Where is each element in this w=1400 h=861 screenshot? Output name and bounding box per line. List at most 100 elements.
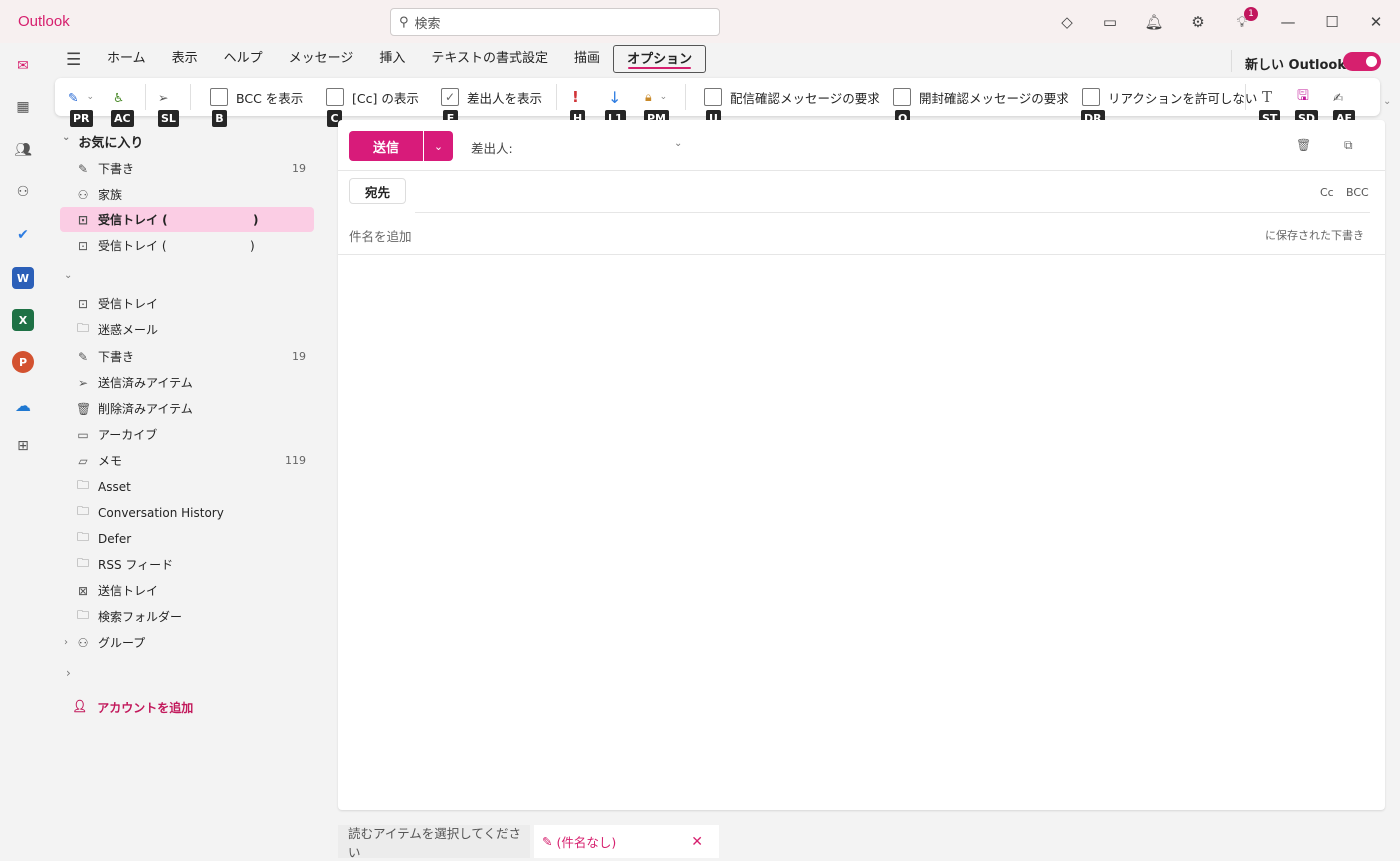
folder-junk[interactable]: 🗀 迷惑メール: [60, 317, 314, 342]
onedrive-icon[interactable]: ☁: [12, 394, 34, 416]
low-importance-button[interactable]: ↓: [608, 86, 621, 108]
message-body-editor[interactable]: [349, 265, 1374, 800]
new-outlook-toggle[interactable]: [1343, 52, 1381, 71]
pop-out-icon[interactable]: ⧉: [1344, 138, 1353, 153]
close-draft-icon[interactable]: ✕: [691, 834, 703, 850]
word-icon[interactable]: W: [12, 267, 34, 289]
close-window-button[interactable]: ✕: [1366, 12, 1386, 32]
bcc-button[interactable]: BCC: [1346, 186, 1369, 199]
my-day-icon[interactable]: ▭: [1100, 12, 1120, 32]
folder-drafts-favorite[interactable]: ✎ 下書き 19: [60, 156, 314, 181]
maximize-button[interactable]: ☐: [1322, 12, 1342, 32]
search-icon: ⚲: [399, 14, 409, 30]
folder-inbox-selected[interactable]: ⊡ 受信トレイ (): [60, 207, 314, 232]
hamburger-menu-icon[interactable]: ☰: [66, 50, 81, 70]
to-input[interactable]: [415, 180, 1295, 202]
show-cc-checkbox[interactable]: [Cc] の表示: [326, 86, 419, 108]
checkbox[interactable]: [326, 88, 344, 106]
tab-format-text[interactable]: テキストの書式設定: [418, 45, 561, 73]
show-from-checkbox[interactable]: ✓ 差出人を表示: [441, 86, 542, 108]
folder-label-suffix: ): [253, 212, 259, 227]
apps-icon[interactable]: ⊞: [12, 435, 34, 457]
folder-inbox[interactable]: ⊡ 受信トレイ: [60, 291, 314, 316]
checkbox[interactable]: [704, 88, 722, 106]
show-bcc-checkbox[interactable]: BCC を表示: [210, 86, 303, 108]
delay-delivery-button[interactable]: ➢: [158, 86, 168, 108]
folder-rss[interactable]: 🗀 RSS フィード: [60, 552, 314, 577]
tab-options[interactable]: オプション: [613, 45, 707, 73]
folder-label: 迷惑メール: [98, 323, 159, 337]
outbox-icon: ⊠: [77, 583, 89, 598]
checkbox[interactable]: [210, 88, 228, 106]
folder-sent[interactable]: ➢ 送信済みアイテム: [60, 370, 314, 395]
bell-icon[interactable]: 🔔︎: [1144, 12, 1164, 32]
reading-hint-tab[interactable]: 読むアイテムを選択してください: [338, 825, 530, 860]
folder-outbox[interactable]: ⊠ 送信トレイ: [60, 578, 314, 603]
calendar-icon[interactable]: ▦: [12, 96, 34, 118]
to-button[interactable]: 宛先: [349, 178, 406, 204]
tab-help[interactable]: ヘルプ: [211, 45, 276, 73]
high-importance-button[interactable]: !: [572, 86, 579, 108]
powerpoint-icon[interactable]: P: [12, 351, 34, 373]
stationery-button[interactable]: T: [1262, 86, 1272, 108]
subject-input[interactable]: 件名を追加: [349, 226, 1149, 245]
send-options-chevron-icon[interactable]: ⌄: [424, 131, 453, 161]
todo-icon[interactable]: ✔: [12, 224, 34, 246]
checkbox[interactable]: [893, 88, 911, 106]
unread-count: 19: [292, 350, 306, 363]
people-icon[interactable]: 👥︎: [12, 139, 34, 161]
save-draft-button[interactable]: 🖫: [1297, 86, 1309, 108]
folder-label: 削除済みアイテム: [98, 402, 193, 416]
folder-groups[interactable]: › ⚇ グループ: [60, 630, 314, 655]
folder-label-suffix: ): [250, 238, 255, 253]
delivery-receipt-label: 配信確認メッセージの要求: [730, 90, 880, 106]
draft-tab[interactable]: ✎ (件名なし) ✕: [534, 825, 719, 858]
delivery-receipt-checkbox[interactable]: 配信確認メッセージの要求: [704, 86, 880, 108]
folder-conversation-history[interactable]: 🗀 Conversation History: [60, 500, 314, 525]
divider: [1231, 50, 1232, 72]
junk-folder-icon: 🗀: [76, 321, 89, 335]
minimize-button[interactable]: —: [1278, 12, 1298, 32]
folder-search-folders[interactable]: 🗀 検索フォルダー: [60, 604, 314, 629]
folder-asset[interactable]: 🗀 Asset: [60, 474, 314, 499]
theme-button[interactable]: ✎ ⌄: [68, 86, 94, 108]
encrypt-button[interactable]: 🔒︎ ⌄: [645, 86, 667, 108]
folder-archive[interactable]: ▭ アーカイブ: [60, 422, 314, 447]
discard-trash-icon[interactable]: 🗑︎: [1296, 138, 1311, 152]
folder-family[interactable]: ⚇ 家族: [60, 182, 314, 207]
signature-button[interactable]: ✍︎: [1333, 86, 1343, 108]
app-title: Outlook: [18, 13, 70, 30]
from-dropdown-chevron-icon[interactable]: ⌄: [674, 138, 682, 149]
excel-icon[interactable]: X: [12, 309, 34, 331]
folder-defer[interactable]: 🗀 Defer: [60, 526, 314, 551]
gear-icon[interactable]: ⚙: [1188, 12, 1208, 32]
ribbon-expand-chevron-icon[interactable]: ⌄: [1383, 96, 1391, 107]
add-account-button[interactable]: 👤︎ アカウントを追加: [72, 699, 193, 716]
show-bcc-label: BCC を表示: [236, 90, 304, 106]
disallow-reactions-checkbox[interactable]: リアクションを許可しない: [1082, 86, 1257, 108]
folder-label: RSS フィード: [98, 558, 174, 572]
account-chevron-icon[interactable]: ⌄: [64, 270, 72, 281]
folder-drafts[interactable]: ✎ 下書き 19: [60, 344, 314, 369]
folder-deleted[interactable]: 🗑︎ 削除済みアイテム: [60, 396, 314, 421]
groups-icon[interactable]: ⚇: [12, 181, 34, 203]
send-button[interactable]: 送信: [349, 131, 423, 161]
tab-home[interactable]: ホーム: [94, 45, 159, 73]
cc-button[interactable]: Cc: [1320, 186, 1334, 199]
folder-inbox[interactable]: ⊡ 受信トレイ (): [60, 233, 314, 258]
chevron-right-icon[interactable]: ›: [66, 666, 71, 680]
tab-message[interactable]: メッセージ: [276, 45, 367, 73]
favorites-header[interactable]: ⌄ お気に入り: [62, 132, 143, 151]
checkbox-checked[interactable]: ✓: [441, 88, 459, 106]
trash-icon: 🗑︎: [76, 401, 92, 416]
search-input[interactable]: ⚲ 検索: [390, 8, 720, 36]
mail-icon[interactable]: ✉: [12, 55, 34, 77]
premium-diamond-icon[interactable]: ◇: [1057, 12, 1077, 32]
tab-insert[interactable]: 挿入: [366, 45, 418, 73]
read-receipt-checkbox[interactable]: 開封確認メッセージの要求: [893, 86, 1069, 108]
folder-notes[interactable]: ▱ メモ 119: [60, 448, 314, 473]
access-checker-button[interactable]: ♿︎: [113, 86, 124, 108]
tab-view[interactable]: 表示: [159, 45, 211, 73]
tab-draw[interactable]: 描画: [561, 45, 613, 73]
checkbox[interactable]: [1082, 88, 1100, 106]
